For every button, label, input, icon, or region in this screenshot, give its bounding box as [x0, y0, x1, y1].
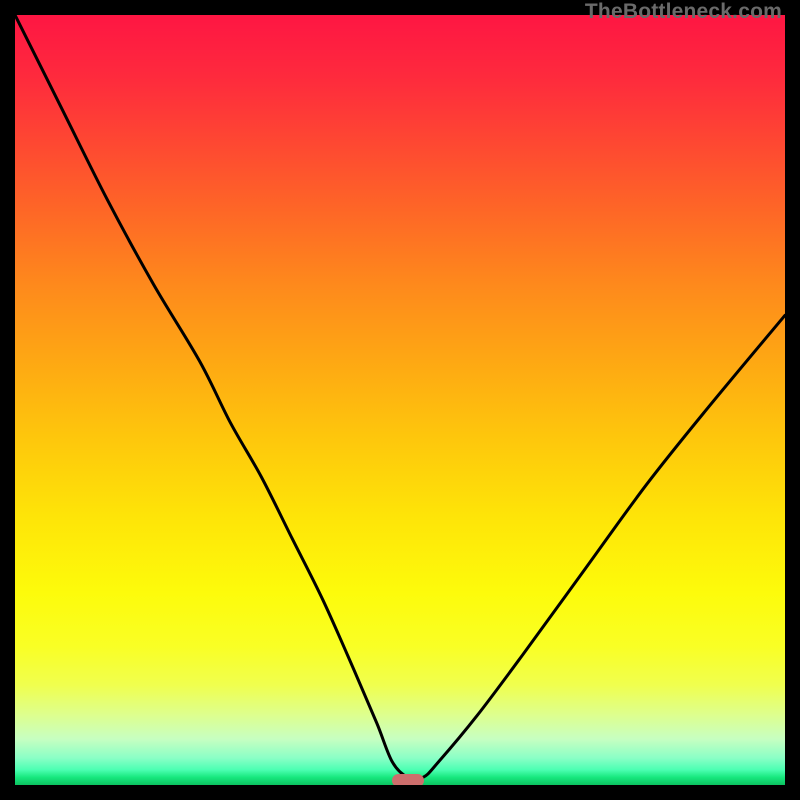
- plot-area: [15, 15, 785, 785]
- bottleneck-curve: [15, 15, 785, 785]
- optimal-point-marker: [392, 774, 424, 785]
- watermark-text: TheBottleneck.com: [585, 0, 782, 24]
